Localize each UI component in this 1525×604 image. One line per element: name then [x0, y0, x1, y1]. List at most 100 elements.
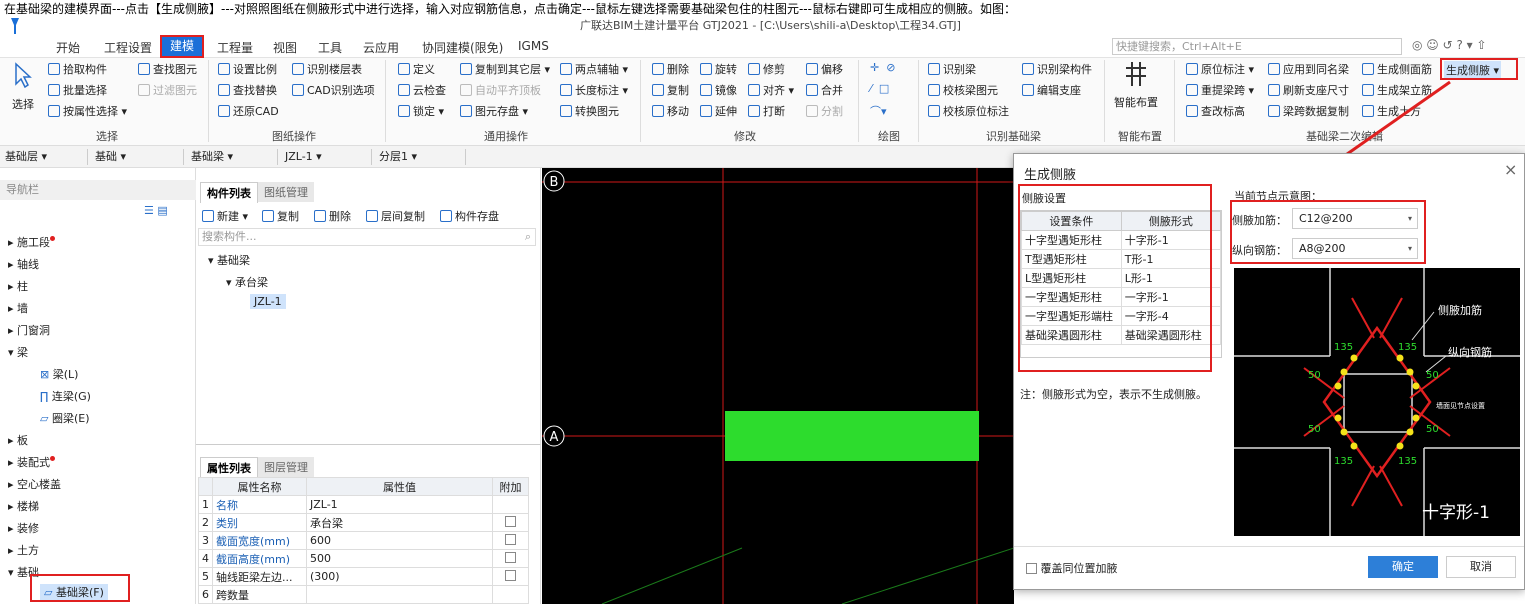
- filter-element-button[interactable]: 过滤图元: [138, 82, 197, 98]
- foundation-beam-element[interactable]: [725, 411, 979, 461]
- table-row[interactable]: 2 类别 承台梁: [198, 513, 529, 532]
- component-save-button[interactable]: 构件存盘: [440, 208, 499, 224]
- align-button[interactable]: 对齐 ▾: [748, 82, 794, 98]
- convert-element-button[interactable]: 转换图元: [560, 103, 619, 119]
- close-icon[interactable]: ×: [1504, 160, 1517, 179]
- edit-elevation-button[interactable]: 查改标高: [1186, 103, 1245, 119]
- merge-button[interactable]: 合并: [806, 82, 843, 98]
- component-select[interactable]: JZL-1 ▾: [282, 149, 372, 165]
- delete-button[interactable]: 删除: [652, 61, 689, 77]
- element-save-button[interactable]: 图元存盘 ▾: [460, 103, 528, 119]
- extend-button[interactable]: 延伸: [700, 103, 737, 119]
- nav-item-stairs[interactable]: ▸ 楼梯: [8, 498, 39, 514]
- tab-layer-management[interactable]: 图层管理: [258, 457, 314, 477]
- list-view-icon[interactable]: ☰ ▤: [144, 204, 168, 217]
- break-button[interactable]: 打断: [748, 103, 785, 119]
- extra-checkbox[interactable]: [505, 569, 516, 581]
- trim-button[interactable]: 修剪: [748, 61, 785, 77]
- nav-item-door-window[interactable]: ▸ 门窗洞: [8, 322, 50, 338]
- tab-component-list[interactable]: 构件列表: [200, 182, 258, 203]
- mirror-button[interactable]: 镜像: [700, 82, 737, 98]
- extra-checkbox[interactable]: [505, 533, 516, 545]
- overlay-checkbox-row[interactable]: 覆盖同位置加腋: [1026, 560, 1118, 576]
- tab-drawing-management[interactable]: 图纸管理: [258, 182, 314, 202]
- type-select[interactable]: 基础梁 ▾: [188, 149, 278, 165]
- find-replace-button[interactable]: 查找替换: [218, 82, 277, 98]
- table-row[interactable]: 6 跨数量: [198, 585, 529, 604]
- ok-button[interactable]: 确定: [1368, 556, 1438, 578]
- new-component-button[interactable]: 新建 ▾: [202, 208, 248, 224]
- check-beam-element-button[interactable]: 校核梁图元: [928, 82, 998, 98]
- table-row[interactable]: 1 名称 JZL-1: [198, 495, 529, 514]
- tree-jzl-1[interactable]: JZL-1: [250, 294, 286, 309]
- shortcut-search-input[interactable]: 快捷键搜索，Ctrl+Alt+E: [1112, 38, 1402, 55]
- nav-item-wall[interactable]: ▸ 墙: [8, 300, 28, 316]
- nav-item-axis[interactable]: ▸ 轴线: [8, 256, 39, 272]
- nav-item-column[interactable]: ▸ 柱: [8, 278, 28, 294]
- pick-component-button[interactable]: 拾取构件: [48, 61, 107, 77]
- interlayer-copy-button[interactable]: 层间复制: [366, 208, 425, 224]
- layer-select[interactable]: 分层1 ▾: [376, 149, 466, 165]
- nav-item-slab[interactable]: ▸ 板: [8, 432, 28, 448]
- component-search-input[interactable]: 搜索构件... ⌕: [198, 228, 536, 246]
- define-button[interactable]: 定义: [398, 61, 435, 77]
- menu-igms[interactable]: IGMS: [518, 39, 549, 53]
- extra-checkbox[interactable]: [505, 515, 516, 527]
- nav-item-prefab[interactable]: ▸ 装配式: [8, 454, 56, 470]
- help-icons[interactable]: ◎ ☺ ↺ ? ▾ ⇧: [1412, 38, 1487, 52]
- batch-select-button[interactable]: 批量选择: [48, 82, 107, 98]
- category-select[interactable]: 基础 ▾: [92, 149, 184, 165]
- menu-start[interactable]: 开始: [56, 39, 80, 56]
- nav-item-ring-beam[interactable]: ▱ 圈梁(E): [40, 410, 90, 426]
- nav-item-link-beam[interactable]: ∏ 连梁(G): [40, 388, 91, 404]
- nav-item-beam-l[interactable]: ⊠ 梁(L): [40, 366, 78, 382]
- drawing-canvas[interactable]: B A: [542, 168, 1014, 604]
- point-draw-icon[interactable]: ✛ ⊘: [870, 61, 895, 74]
- edit-support-button[interactable]: 编辑支座: [1022, 82, 1081, 98]
- identify-beam-component-button[interactable]: 识别梁构件: [1022, 61, 1092, 77]
- cloud-check-button[interactable]: 云检查: [398, 82, 446, 98]
- nav-item-decoration[interactable]: ▸ 装修: [8, 520, 39, 536]
- menu-modeling[interactable]: 建模: [159, 35, 205, 58]
- table-row[interactable]: 5 轴线距梁左边... (300): [198, 567, 529, 586]
- menu-view[interactable]: 视图: [273, 39, 297, 56]
- inplace-annotation-button[interactable]: 原位标注 ▾: [1186, 61, 1254, 77]
- split-button[interactable]: 分割: [806, 103, 843, 119]
- copy-component-button[interactable]: 复制: [262, 208, 299, 224]
- generate-side-rebar-button[interactable]: 生成侧面筋: [1362, 61, 1432, 77]
- arc-draw-icon[interactable]: ⌒▾: [870, 103, 887, 119]
- nav-item-hollow-floor[interactable]: ▸ 空心楼盖: [8, 476, 61, 492]
- rotate-button[interactable]: 旋转: [700, 61, 737, 77]
- check-inplace-annotation-button[interactable]: 校核原位标注: [928, 103, 1009, 119]
- delete-component-button[interactable]: 删除: [314, 208, 351, 224]
- copy-to-layer-button[interactable]: 复制到其它层 ▾: [460, 61, 550, 77]
- length-dimension-button[interactable]: 长度标注 ▾: [560, 82, 628, 98]
- overlay-checkbox[interactable]: [1026, 563, 1037, 574]
- menu-collab[interactable]: 协同建模(限免): [422, 39, 503, 56]
- menu-tools[interactable]: 工具: [318, 39, 342, 56]
- identify-beam-button[interactable]: 识别梁: [928, 61, 976, 77]
- move-button[interactable]: 移动: [652, 103, 689, 119]
- line-draw-icon[interactable]: ⁄ □: [870, 82, 889, 95]
- select-button[interactable]: 选择: [12, 96, 34, 112]
- nav-item-segment[interactable]: ▸ 施工段: [8, 234, 56, 250]
- copy-button[interactable]: 复制: [652, 82, 689, 98]
- cancel-button[interactable]: 取消: [1446, 556, 1516, 578]
- lock-button[interactable]: 锁定 ▾: [398, 103, 444, 119]
- two-point-axis-button[interactable]: 两点辅轴 ▾: [560, 61, 628, 77]
- offset-button[interactable]: 偏移: [806, 61, 843, 77]
- menu-project-settings[interactable]: 工程设置: [104, 39, 152, 56]
- extra-checkbox[interactable]: [505, 551, 516, 563]
- auto-align-slab-button[interactable]: 自动平齐顶板: [460, 82, 541, 98]
- nav-item-beam[interactable]: ▾ 梁: [8, 344, 28, 360]
- floor-select[interactable]: 基础层 ▾: [2, 149, 88, 165]
- smart-layout-button[interactable]: 智能布置: [1114, 94, 1158, 110]
- re-extract-span-button[interactable]: 重提梁跨 ▾: [1186, 82, 1254, 98]
- identify-floor-table-button[interactable]: 识别楼层表: [292, 61, 362, 77]
- table-row[interactable]: 4 截面高度(mm) 500: [198, 549, 529, 568]
- nav-item-earthwork[interactable]: ▸ 土方: [8, 542, 39, 558]
- tree-cap-beam[interactable]: ▾ 承台梁: [226, 274, 268, 290]
- menu-quantity[interactable]: 工程量: [217, 39, 253, 56]
- apply-same-name-beam-button[interactable]: 应用到同名梁: [1268, 61, 1349, 77]
- table-row[interactable]: 3 截面宽度(mm) 600: [198, 531, 529, 550]
